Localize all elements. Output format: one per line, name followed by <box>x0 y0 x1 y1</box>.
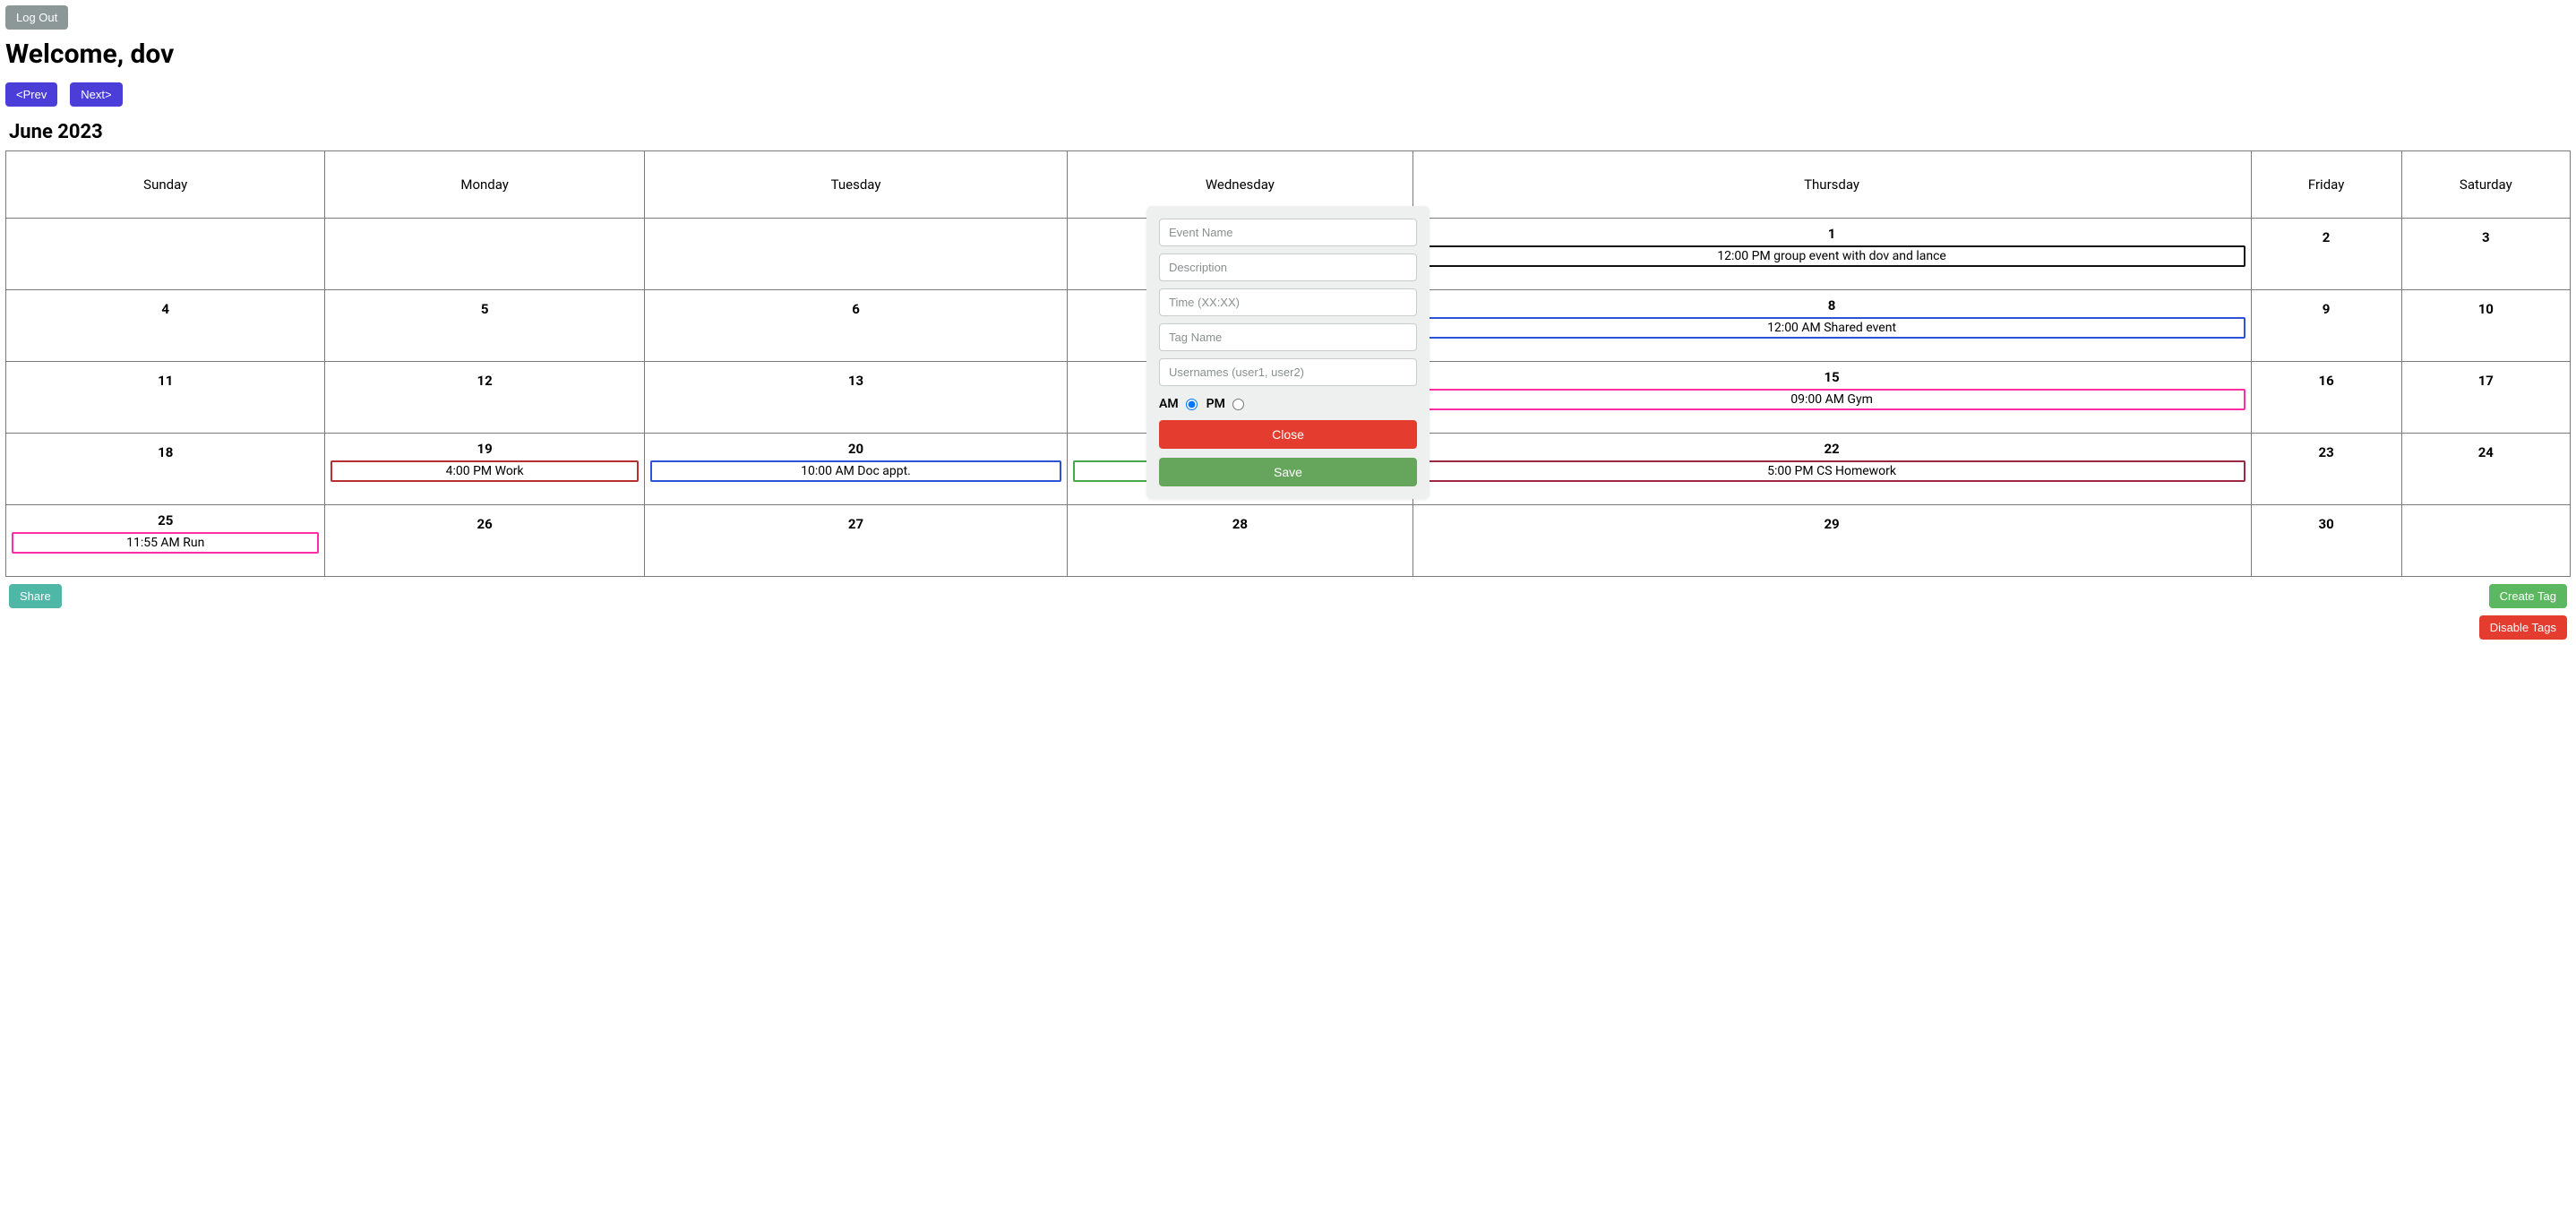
day-number: 24 <box>2406 444 2566 460</box>
logout-button[interactable]: Log Out <box>5 5 68 30</box>
welcome-heading: Welcome, dov <box>5 39 2571 70</box>
day-number: 30 <box>2255 516 2398 532</box>
day-header-thursday: Thursday <box>1413 151 2251 219</box>
calendar-cell[interactable]: 30 <box>2251 505 2401 577</box>
day-number: 20 <box>648 441 1063 457</box>
pm-label: PM <box>1206 397 1225 411</box>
calendar-cell[interactable]: 3 <box>2401 219 2570 290</box>
calendar-cell[interactable] <box>6 219 325 290</box>
calendar-cell[interactable]: 11 <box>6 362 325 434</box>
day-number: 27 <box>648 516 1063 532</box>
event-time-input[interactable] <box>1159 288 1417 316</box>
calendar-event[interactable]: 5:00 PM CS Homework <box>1419 460 2245 482</box>
day-header-friday: Friday <box>2251 151 2401 219</box>
next-month-button[interactable]: Next> <box>70 82 122 107</box>
disable-tags-button[interactable]: Disable Tags <box>2479 615 2567 640</box>
calendar-cell[interactable]: 25 11:55 AM Run <box>6 505 325 577</box>
calendar-cell[interactable]: 23 <box>2251 434 2401 505</box>
day-number: 23 <box>2255 444 2398 460</box>
calendar-cell[interactable]: 17 <box>2401 362 2570 434</box>
day-number: 11 <box>10 373 321 389</box>
day-number: 1 <box>1417 226 2247 242</box>
calendar-cell[interactable]: 2 <box>2251 219 2401 290</box>
event-tag-input[interactable] <box>1159 323 1417 351</box>
day-number: 4 <box>10 301 321 317</box>
create-tag-button[interactable]: Create Tag <box>2489 584 2567 608</box>
day-number: 12 <box>329 373 640 389</box>
pm-radio[interactable] <box>1232 399 1244 410</box>
calendar-cell[interactable]: 28 <box>1068 505 1413 577</box>
calendar-cell[interactable]: 16 <box>2251 362 2401 434</box>
month-title: June 2023 <box>9 121 2571 143</box>
prev-month-button[interactable]: <Prev <box>5 82 57 107</box>
day-number: 13 <box>648 373 1063 389</box>
calendar-cell[interactable] <box>644 219 1067 290</box>
calendar-cell[interactable]: 22 5:00 PM CS Homework <box>1413 434 2251 505</box>
calendar-cell[interactable]: 26 <box>325 505 644 577</box>
am-radio[interactable] <box>1186 399 1198 410</box>
day-number: 26 <box>329 516 640 532</box>
calendar-cell[interactable]: 9 <box>2251 290 2401 362</box>
calendar-cell[interactable]: 4 <box>6 290 325 362</box>
am-label: AM <box>1159 397 1179 411</box>
day-header-tuesday: Tuesday <box>644 151 1067 219</box>
modal-save-button[interactable]: Save <box>1159 458 1417 486</box>
calendar-cell[interactable]: 20 10:00 AM Doc appt. <box>644 434 1067 505</box>
day-header-monday: Monday <box>325 151 644 219</box>
calendar-cell[interactable]: 1 12:00 PM group event with dov and lanc… <box>1413 219 2251 290</box>
modal-close-button[interactable]: Close <box>1159 420 1417 449</box>
event-name-input[interactable] <box>1159 219 1417 246</box>
event-description-input[interactable] <box>1159 254 1417 281</box>
event-usernames-input[interactable] <box>1159 358 1417 386</box>
calendar-cell[interactable]: 6 <box>644 290 1067 362</box>
calendar-event[interactable]: 12:00 AM Shared event <box>1419 317 2245 339</box>
day-number: 19 <box>329 441 640 457</box>
day-header-saturday: Saturday <box>2401 151 2570 219</box>
day-number: 28 <box>1071 516 1408 532</box>
day-number: 9 <box>2255 301 2398 317</box>
day-number: 16 <box>2255 373 2398 389</box>
calendar-cell[interactable]: 10 <box>2401 290 2570 362</box>
calendar-cell[interactable]: 29 <box>1413 505 2251 577</box>
calendar-cell[interactable]: 19 4:00 PM Work <box>325 434 644 505</box>
day-number: 25 <box>10 512 321 529</box>
calendar-event[interactable]: 4:00 PM Work <box>331 460 638 482</box>
day-number: 15 <box>1417 369 2247 385</box>
calendar-cell[interactable]: 24 <box>2401 434 2570 505</box>
calendar-event[interactable]: 11:55 AM Run <box>12 532 319 554</box>
day-number: 18 <box>10 444 321 460</box>
day-number: 29 <box>1417 516 2247 532</box>
calendar-event[interactable]: 10:00 AM Doc appt. <box>650 460 1061 482</box>
calendar-cell[interactable]: 8 12:00 AM Shared event <box>1413 290 2251 362</box>
day-number: 17 <box>2406 373 2566 389</box>
calendar-cell[interactable] <box>325 219 644 290</box>
calendar-cell[interactable]: 15 09:00 AM Gym <box>1413 362 2251 434</box>
share-button[interactable]: Share <box>9 584 62 608</box>
calendar-cell[interactable]: 27 <box>644 505 1067 577</box>
calendar-cell[interactable]: 18 <box>6 434 325 505</box>
day-number: 2 <box>2255 229 2398 245</box>
calendar-event[interactable]: 09:00 AM Gym <box>1419 389 2245 410</box>
calendar-cell[interactable]: 12 <box>325 362 644 434</box>
day-number: 6 <box>648 301 1063 317</box>
calendar-cell[interactable] <box>2401 505 2570 577</box>
event-modal: AM PM Close Save <box>1146 206 1430 499</box>
calendar-cell[interactable]: 5 <box>325 290 644 362</box>
calendar-event[interactable]: 12:00 PM group event with dov and lance <box>1419 245 2245 267</box>
day-number: 8 <box>1417 297 2247 314</box>
day-header-sunday: Sunday <box>6 151 325 219</box>
day-number: 5 <box>329 301 640 317</box>
day-number: 22 <box>1417 441 2247 457</box>
day-number: 10 <box>2406 301 2566 317</box>
calendar-cell[interactable]: 13 <box>644 362 1067 434</box>
day-number: 3 <box>2406 229 2566 245</box>
